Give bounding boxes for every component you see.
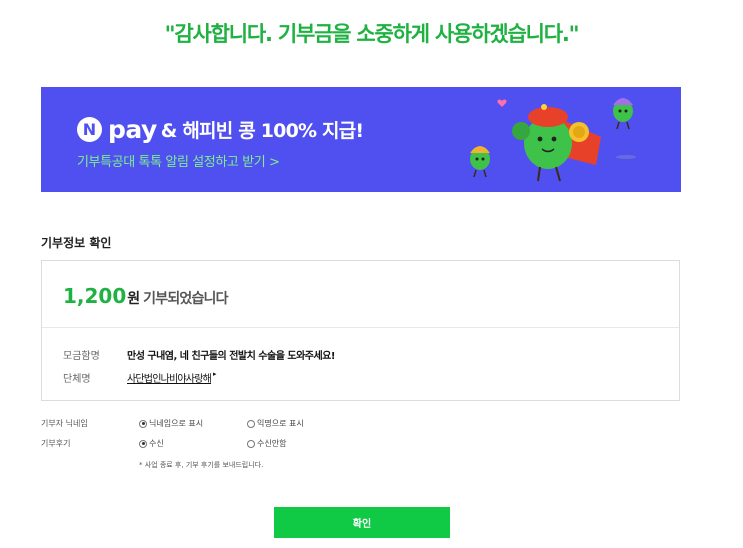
donation-amount: 1,200 원 기부되었습니다 [63, 284, 229, 308]
confirm-button[interactable]: 확인 [274, 507, 450, 538]
mascot-illustration [470, 98, 636, 182]
npay-promo-banner[interactable]: N pay & 해피빈 콩 100% 지급! 기부특공대 톡톡 알림 설정하고 … [41, 87, 681, 192]
radio-selected-icon [139, 439, 147, 448]
radio-selected-icon [139, 419, 147, 428]
fundraising-label: 모금함명 [63, 351, 100, 362]
amount-unit: 원 [127, 291, 141, 307]
radio-unselected-icon [247, 419, 255, 428]
nickname-show-label: 닉네임으로 표시 [149, 419, 204, 428]
npay-logo-icon: N [77, 117, 102, 142]
review-option-row: 기부후기 수신 수신안함 [41, 438, 286, 449]
review-radio-receive[interactable]: 수신 [139, 438, 247, 449]
nickname-anonymous-label: 익명으로 표시 [257, 419, 304, 428]
donation-info-box: 1,200 원 기부되었습니다 모금함명 만성 구내염, 네 친구들의 전발치 … [41, 260, 680, 401]
radio-unselected-icon [247, 439, 255, 448]
heart-icon [497, 99, 507, 107]
fundraising-value: 만성 구내염, 네 친구들의 전발치 수술을 도와주세요! [127, 351, 335, 362]
nickname-option-row: 기부자 닉네임 닉네임으로 표시 익명으로 표시 [41, 418, 304, 429]
review-note: * 사업 종료 후, 기부 후기를 보내드립니다. [139, 461, 264, 469]
green-glove [512, 122, 530, 140]
amount-suffix: 기부되었습니다 [143, 291, 228, 307]
review-decline-label: 수신안함 [257, 439, 287, 448]
organization-link[interactable]: 사단법인나비야사랑해 [127, 370, 212, 385]
organization-label: 단체명 [63, 374, 91, 385]
amount-value: 1,200 [63, 284, 127, 308]
chevron-right-icon: ▸ [213, 370, 217, 378]
review-label: 기부후기 [41, 439, 71, 448]
review-radio-decline[interactable]: 수신안함 [247, 438, 286, 449]
banner-headline: N pay & 해피빈 콩 100% 지급! [77, 115, 364, 144]
promo-text: & 해피빈 콩 100% 지급! [160, 120, 364, 142]
divider [42, 327, 679, 328]
review-receive-label: 수신 [149, 439, 164, 448]
organization-row: 단체명 사단법인나비야사랑해 ▸ [63, 370, 217, 385]
nickname-label: 기부자 닉네임 [41, 419, 88, 428]
nickname-radio-anonymous[interactable]: 익명으로 표시 [247, 418, 304, 429]
pay-wordmark: pay [108, 115, 157, 144]
fundraising-row: 모금함명 만성 구내염, 네 친구들의 전발치 수술을 도와주세요! [63, 347, 335, 362]
donation-info-title: 기부정보 확인 [41, 236, 112, 250]
thanks-message: "감사합니다. 기부금을 소중하게 사용하겠습니다." [164, 22, 580, 46]
nickname-radio-show[interactable]: 닉네임으로 표시 [139, 418, 247, 429]
banner-subline-link[interactable]: 기부특공대 톡톡 알림 설정하고 받기 > [77, 151, 280, 170]
